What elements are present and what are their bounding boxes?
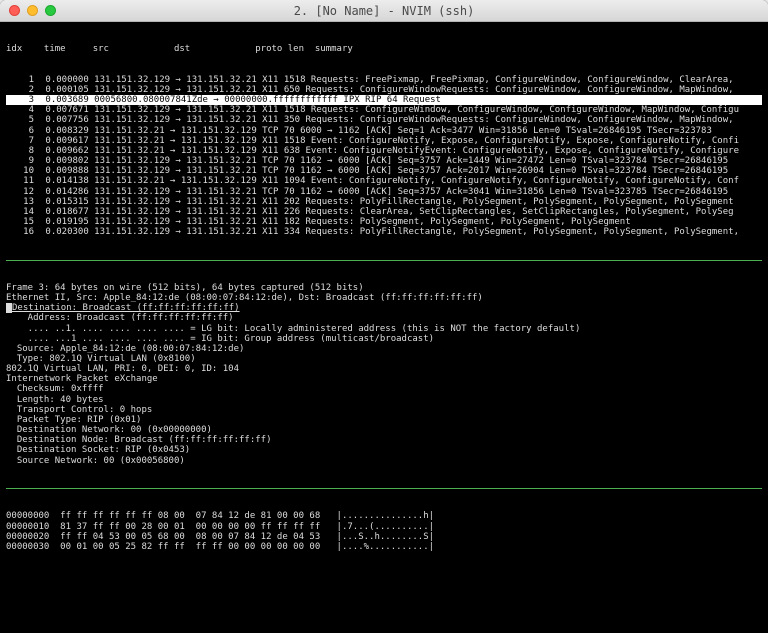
detail-line[interactable]: Destination: Broadcast (ff:ff:ff:ff:ff:f… xyxy=(6,303,762,313)
detail-line[interactable]: 802.1Q Virtual LAN, PRI: 0, DEI: 0, ID: … xyxy=(6,364,762,374)
packet-summary: 0.020300 131.151.32.129 → 131.151.32.21 … xyxy=(40,227,739,237)
packet-row[interactable]: 10 0.009888 131.151.32.129 → 131.151.32.… xyxy=(6,166,762,176)
packet-row[interactable]: 8 0.009662 131.151.32.21 → 131.151.32.12… xyxy=(6,146,762,156)
packet-summary: 0.000105 131.151.32.129 → 131.151.32.21 … xyxy=(40,85,734,95)
detail-line[interactable]: Transport Control: 0 hops xyxy=(6,405,762,415)
packet-detail[interactable]: Frame 3: 64 bytes on wire (512 bits), 64… xyxy=(6,283,762,466)
packet-index: 11 xyxy=(6,176,34,186)
packet-row[interactable]: 13 0.015315 131.151.32.129 → 131.151.32.… xyxy=(6,197,762,207)
packet-list[interactable]: 1 0.000000 131.151.32.129 → 131.151.32.2… xyxy=(6,75,762,238)
packet-summary: 0.009617 131.151.32.21 → 131.151.32.129 … xyxy=(40,136,739,146)
packet-index: 6 xyxy=(6,126,34,136)
hex-dump[interactable]: 00000000 ff ff ff ff ff ff 08 00 07 84 1… xyxy=(6,511,762,552)
packet-row[interactable]: 5 0.007756 131.151.32.129 → 131.151.32.2… xyxy=(6,115,762,125)
packet-row[interactable]: 7 0.009617 131.151.32.21 → 131.151.32.12… xyxy=(6,136,762,146)
packet-index: 13 xyxy=(6,197,34,207)
packet-index: 7 xyxy=(6,136,34,146)
detail-line[interactable]: Checksum: 0xffff xyxy=(6,384,762,394)
packet-summary: 0.003689 00056800.080007841Zde → 0000000… xyxy=(40,95,441,105)
packet-summary: 0.007756 131.151.32.129 → 131.151.32.21 … xyxy=(40,115,734,125)
detail-line[interactable]: Frame 3: 64 bytes on wire (512 bits), 64… xyxy=(6,283,762,293)
packet-index: 8 xyxy=(6,146,34,156)
packet-index: 4 xyxy=(6,105,34,115)
detail-line[interactable]: Packet Type: RIP (0x01) xyxy=(6,415,762,425)
packet-row[interactable]: 3 0.003689 00056800.080007841Zde → 00000… xyxy=(6,95,762,105)
detail-line[interactable]: Length: 40 bytes xyxy=(6,395,762,405)
packet-summary: 0.019195 131.151.32.129 → 131.151.32.21 … xyxy=(40,217,631,227)
packet-index: 14 xyxy=(6,207,34,217)
packet-row[interactable]: 4 0.007671 131.151.32.129 → 131.151.32.2… xyxy=(6,105,762,115)
detail-line[interactable]: Destination Network: 00 (0x00000000) xyxy=(6,425,762,435)
packet-summary: 0.009662 131.151.32.21 → 131.151.32.129 … xyxy=(40,146,739,156)
detail-line[interactable]: Destination Socket: RIP (0x0453) xyxy=(6,445,762,455)
packet-summary: 0.009888 131.151.32.129 → 131.151.32.21 … xyxy=(40,166,728,176)
packet-row[interactable]: 16 0.020300 131.151.32.129 → 131.151.32.… xyxy=(6,227,762,237)
detail-line[interactable]: Internetwork Packet eXchange xyxy=(6,374,762,384)
packet-index: 9 xyxy=(6,156,34,166)
packet-summary: 0.015315 131.151.32.129 → 131.151.32.21 … xyxy=(40,197,734,207)
packet-row[interactable]: 15 0.019195 131.151.32.129 → 131.151.32.… xyxy=(6,217,762,227)
pane-divider xyxy=(6,488,762,489)
packet-row[interactable]: 11 0.014138 131.151.32.21 → 131.151.32.1… xyxy=(6,176,762,186)
packet-summary: 0.014286 131.151.32.129 → 131.151.32.21 … xyxy=(40,187,728,197)
detail-line[interactable]: Source Network: 00 (0x00056800) xyxy=(6,456,762,466)
packet-index: 10 xyxy=(6,166,34,176)
packet-summary: 0.018677 131.151.32.129 → 131.151.32.21 … xyxy=(40,207,734,217)
titlebar[interactable]: 2. [No Name] - NVIM (ssh) xyxy=(0,0,768,22)
packet-row[interactable]: 14 0.018677 131.151.32.129 → 131.151.32.… xyxy=(6,207,762,217)
packet-index: 15 xyxy=(6,217,34,227)
detail-line[interactable]: Destination Node: Broadcast (ff:ff:ff:ff… xyxy=(6,435,762,445)
packet-index: 3 xyxy=(6,95,34,105)
packet-row[interactable]: 9 0.009802 131.151.32.129 → 131.151.32.2… xyxy=(6,156,762,166)
packet-row[interactable]: 12 0.014286 131.151.32.129 → 131.151.32.… xyxy=(6,187,762,197)
packet-summary: 0.008329 131.151.32.21 → 131.151.32.129 … xyxy=(40,126,712,136)
packet-index: 16 xyxy=(6,227,34,237)
terminal-window: 2. [No Name] - NVIM (ssh) idx time src d… xyxy=(0,0,768,633)
packet-summary: 0.014138 131.151.32.21 → 131.151.32.129 … xyxy=(40,176,739,186)
packet-index: 1 xyxy=(6,75,34,85)
packet-summary: 0.000000 131.151.32.129 → 131.151.32.21 … xyxy=(40,75,734,85)
packet-index: 12 xyxy=(6,187,34,197)
terminal-output[interactable]: idx time src dst proto len summary 1 0.0… xyxy=(0,22,768,633)
packet-index: 5 xyxy=(6,115,34,125)
packet-row[interactable]: 1 0.000000 131.151.32.129 → 131.151.32.2… xyxy=(6,75,762,85)
packet-row[interactable]: 2 0.000105 131.151.32.129 → 131.151.32.2… xyxy=(6,85,762,95)
packet-row[interactable]: 6 0.008329 131.151.32.21 → 131.151.32.12… xyxy=(6,126,762,136)
detail-line[interactable]: Source: Apple_84:12:de (08:00:07:84:12:d… xyxy=(6,344,762,354)
detail-line[interactable]: .... ..1. .... .... .... .... = LG bit: … xyxy=(6,324,762,334)
pane-divider xyxy=(6,260,762,261)
packet-index: 2 xyxy=(6,85,34,95)
packet-summary: 0.007671 131.151.32.129 → 131.151.32.21 … xyxy=(40,105,739,115)
packet-list-header: idx time src dst proto len summary xyxy=(6,44,762,54)
hex-line[interactable]: 00000010 81 37 ff ff 00 28 00 01 00 00 0… xyxy=(6,522,762,532)
hex-line[interactable]: 00000020 ff ff 04 53 00 05 68 00 08 00 0… xyxy=(6,532,762,542)
hex-line[interactable]: 00000000 ff ff ff ff ff ff 08 00 07 84 1… xyxy=(6,511,762,521)
detail-line[interactable]: Address: Broadcast (ff:ff:ff:ff:ff:ff) xyxy=(6,313,762,323)
packet-summary: 0.009802 131.151.32.129 → 131.151.32.21 … xyxy=(40,156,728,166)
hex-line[interactable]: 00000030 00 01 00 05 25 82 ff ff ff ff 0… xyxy=(6,542,762,552)
detail-line[interactable]: .... ...1 .... .... .... .... = IG bit: … xyxy=(6,334,762,344)
window-title: 2. [No Name] - NVIM (ssh) xyxy=(0,4,768,18)
detail-line[interactable]: Ethernet II, Src: Apple_84:12:de (08:00:… xyxy=(6,293,762,303)
detail-line[interactable]: Type: 802.1Q Virtual LAN (0x8100) xyxy=(6,354,762,364)
